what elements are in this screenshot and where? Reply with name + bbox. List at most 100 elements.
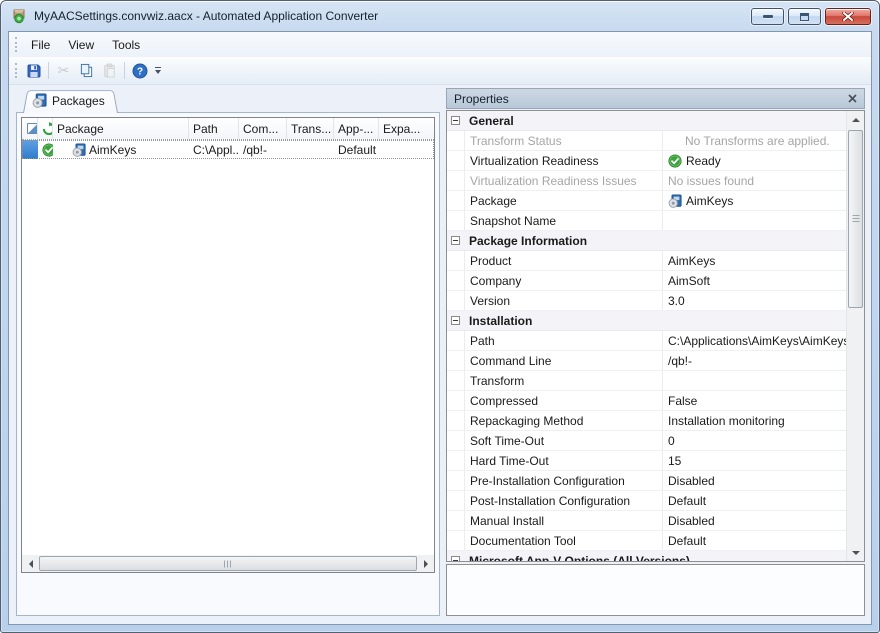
property-value[interactable]: 15: [663, 451, 847, 470]
property-label: Documentation Tool: [465, 531, 663, 550]
copy-button[interactable]: [75, 60, 98, 82]
property-value[interactable]: No issues found: [663, 171, 847, 190]
property-row-version[interactable]: Version3.0: [447, 291, 847, 311]
arrow-down-icon: [852, 551, 860, 555]
selector-icon: [26, 122, 38, 135]
property-value[interactable]: AimKeys: [663, 191, 847, 210]
row-gutter: [447, 131, 465, 150]
menu-tools[interactable]: Tools: [103, 34, 149, 56]
toolbar-grip-handle[interactable]: [15, 63, 17, 78]
maximize-button[interactable]: [788, 8, 821, 25]
column-label: Trans...: [291, 122, 331, 136]
column-header-path[interactable]: Path: [189, 118, 239, 139]
list-empty-area[interactable]: [22, 159, 434, 555]
property-value[interactable]: 0: [663, 431, 847, 450]
property-value[interactable]: Disabled: [663, 471, 847, 490]
minimize-button[interactable]: [751, 8, 784, 25]
horizontal-scroll-thumb[interactable]: [39, 556, 417, 571]
property-rows: GeneralTransform StatusNo Transforms are…: [447, 111, 847, 561]
property-row-repackaging-method[interactable]: Repackaging MethodInstallation monitorin…: [447, 411, 847, 431]
package-row-aimkeys[interactable]: AimKeysC:\Appl.../qb!-Default: [22, 140, 434, 159]
property-row-post-installation-configuration[interactable]: Post-Installation ConfigurationDefault: [447, 491, 847, 511]
packages-panel: Packages PackagePath Com... Trans...App-..…: [16, 88, 440, 616]
property-row-virtualization-readiness[interactable]: Virtualization ReadinessReady: [447, 151, 847, 171]
column-header-trans[interactable]: Trans...: [287, 118, 334, 139]
menu-view[interactable]: View: [59, 34, 103, 56]
property-row-hard-time-out[interactable]: Hard Time-Out15: [447, 451, 847, 471]
close-button[interactable]: [825, 8, 871, 25]
property-value[interactable]: Disabled: [663, 511, 847, 530]
property-row-package[interactable]: PackageAimKeys: [447, 191, 847, 211]
property-row-company[interactable]: CompanyAimSoft: [447, 271, 847, 291]
property-row-virtualization-readiness-issues[interactable]: Virtualization Readiness IssuesNo issues…: [447, 171, 847, 191]
property-value[interactable]: False: [663, 391, 847, 410]
save-button[interactable]: [22, 60, 45, 82]
row-appv-cell: Default: [334, 140, 379, 159]
title-bar[interactable]: MyAACSettings.convwiz.aacx - Automated A…: [1, 1, 879, 30]
column-header-selector[interactable]: [22, 118, 38, 139]
property-row-manual-install[interactable]: Manual InstallDisabled: [447, 511, 847, 531]
collapse-icon[interactable]: [451, 556, 460, 561]
toolbar-overflow-button[interactable]: [152, 61, 164, 81]
paste-icon: [102, 63, 117, 78]
property-row-snapshot-name[interactable]: Snapshot Name: [447, 211, 847, 231]
column-header-expa[interactable]: Expa...: [379, 118, 434, 139]
vertical-scroll-thumb[interactable]: [848, 130, 863, 308]
check-circle-icon: [42, 143, 53, 157]
cut-button: ✂: [52, 60, 75, 82]
scroll-down-button[interactable]: [847, 544, 864, 561]
property-row-soft-time-out[interactable]: Soft Time-Out0: [447, 431, 847, 451]
window-controls: [751, 8, 871, 25]
property-row-path[interactable]: PathC:\Applications\AimKeys\AimKeys.msi: [447, 331, 847, 351]
row-gutter: [447, 351, 465, 370]
property-row-pre-installation-configuration[interactable]: Pre-Installation ConfigurationDisabled: [447, 471, 847, 491]
column-header-app[interactable]: App-...: [334, 118, 379, 139]
menu-file[interactable]: File: [22, 34, 59, 56]
row-gutter: [447, 531, 465, 550]
property-value[interactable]: Installation monitoring: [663, 411, 847, 430]
property-row-documentation-tool[interactable]: Documentation ToolDefault: [447, 531, 847, 551]
property-value[interactable]: Ready: [663, 151, 847, 170]
property-group-general[interactable]: General: [447, 111, 847, 131]
toolbar-separator: [124, 62, 125, 79]
property-value[interactable]: [663, 371, 847, 390]
scroll-left-button[interactable]: [22, 555, 39, 572]
properties-close-button[interactable]: [848, 94, 857, 103]
property-value[interactable]: /qb!-: [663, 351, 847, 370]
property-group-installation[interactable]: Installation: [447, 311, 847, 331]
chevron-down-icon: [155, 70, 161, 74]
collapse-icon[interactable]: [451, 316, 460, 325]
scroll-up-button[interactable]: [847, 111, 864, 128]
tab-packages[interactable]: Packages: [23, 88, 118, 113]
property-row-transform-status[interactable]: Transform StatusNo Transforms are applie…: [447, 131, 847, 151]
collapse-icon[interactable]: [451, 116, 460, 125]
row-gutter: [447, 451, 465, 470]
collapse-icon[interactable]: [451, 236, 460, 245]
property-value[interactable]: No Transforms are applied.: [663, 131, 847, 150]
column-header-refresh[interactable]: [38, 118, 53, 139]
column-header-com[interactable]: Com...: [239, 118, 287, 139]
help-button[interactable]: ?: [128, 60, 151, 82]
property-group-microsoft-app-v-options--all-versions-[interactable]: Microsoft App-V Options (All Versions): [447, 551, 847, 561]
property-value[interactable]: AimKeys: [663, 251, 847, 270]
row-gutter: [447, 151, 465, 170]
property-value[interactable]: [663, 211, 847, 230]
arrow-right-icon: [424, 560, 428, 568]
property-row-command-line[interactable]: Command Line/qb!-: [447, 351, 847, 371]
menubar-grip-handle[interactable]: [15, 37, 17, 52]
property-value[interactable]: 3.0: [663, 291, 847, 310]
minimize-icon: [763, 15, 773, 18]
column-header-package[interactable]: Package: [53, 118, 189, 139]
property-group-package-information[interactable]: Package Information: [447, 231, 847, 251]
property-value[interactable]: AimSoft: [663, 271, 847, 290]
property-row-transform[interactable]: Transform: [447, 371, 847, 391]
property-value[interactable]: Default: [663, 491, 847, 510]
property-row-product[interactable]: ProductAimKeys: [447, 251, 847, 271]
property-value[interactable]: C:\Applications\AimKeys\AimKeys.msi: [663, 331, 847, 350]
column-label: Com...: [243, 122, 278, 136]
app-window: MyAACSettings.convwiz.aacx - Automated A…: [0, 0, 880, 633]
property-value[interactable]: Default: [663, 531, 847, 550]
help-icon: ?: [132, 63, 148, 79]
property-row-compressed[interactable]: CompressedFalse: [447, 391, 847, 411]
scroll-right-button[interactable]: [417, 555, 434, 572]
